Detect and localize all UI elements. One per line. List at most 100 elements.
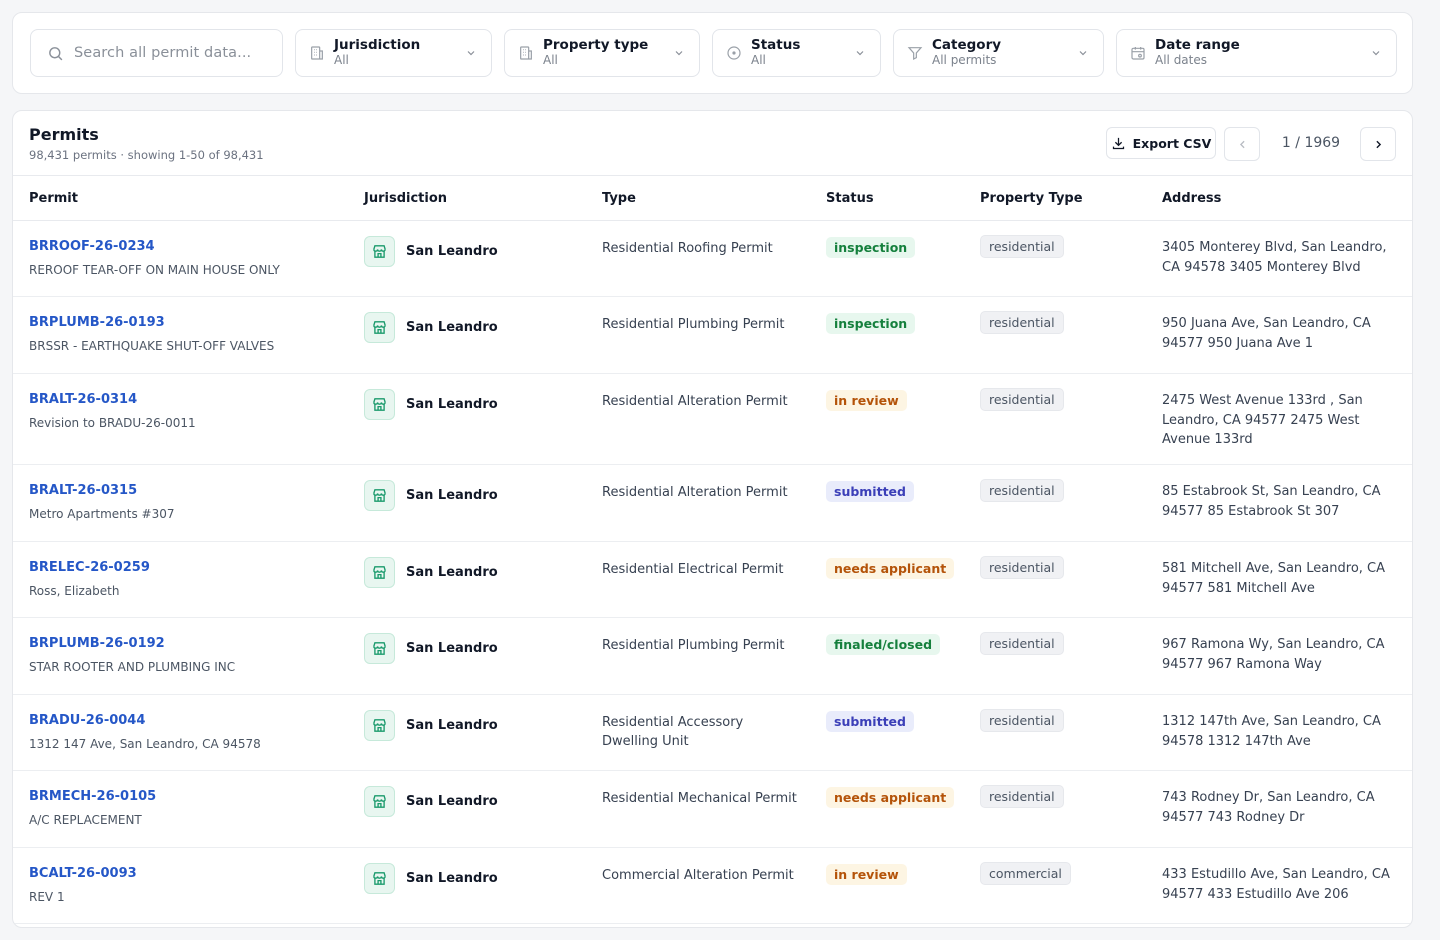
permit-id-link[interactable]: BRALT-26-0315 — [29, 483, 175, 498]
permit-cell: BRPLUMB-26-0192 STAR ROOTER AND PLUMBING … — [29, 636, 235, 674]
table-row[interactable]: BRALT-26-0314 Revision to BRADU-26-0011 Sa… — [13, 374, 1412, 465]
chevron-down-icon — [1372, 51, 1380, 56]
chevron-down-icon — [467, 51, 475, 56]
permit-id-link[interactable]: BRADU-26-0044 — [29, 713, 261, 728]
address: 1312 147th Ave, San Leandro, CA 94578 13… — [1162, 714, 1381, 749]
permit-type: Residential Electrical Permit — [602, 562, 784, 577]
property-type-badge: residential — [980, 479, 1064, 502]
filter-property-type[interactable]: Property type All — [504, 29, 700, 77]
status-cell: needs applicant — [826, 558, 955, 579]
store-icon — [364, 236, 395, 267]
filter-category[interactable]: Category All permits — [893, 29, 1104, 77]
filter-status[interactable]: Status All — [712, 29, 881, 77]
status-badge: needs applicant — [826, 558, 955, 579]
filter-label: Status — [751, 37, 801, 53]
permit-type: Residential Mechanical Permit — [602, 791, 797, 806]
permits-panel: Permits 98,431 permits · showing 1-50 of… — [12, 110, 1413, 928]
filter-jurisdiction[interactable]: Jurisdiction All — [295, 29, 492, 77]
jurisdiction-name: San Leandro — [406, 488, 498, 503]
property-type-cell: residential — [980, 388, 1064, 411]
column-header-property-type[interactable]: Property Type — [980, 191, 1083, 206]
jurisdiction-name: San Leandro — [406, 794, 498, 809]
calendar-icon — [1129, 44, 1147, 62]
store-icon — [364, 389, 395, 420]
jurisdiction-name: San Leandro — [406, 397, 498, 412]
funnel-icon — [906, 44, 924, 62]
filter-label: Category — [932, 37, 1002, 53]
permit-type: Residential Accessory Dwelling Unit — [602, 715, 744, 749]
jurisdiction-name: San Leandro — [406, 641, 498, 656]
permit-id-link[interactable]: BRPLUMB-26-0193 — [29, 315, 274, 330]
jurisdiction-cell: San Leandro — [364, 312, 498, 343]
table-row[interactable]: BCALT-26-0093 REV 1 San Leandro Commercial … — [13, 848, 1412, 924]
export-csv-button[interactable]: Export CSV — [1106, 127, 1216, 159]
filter-label: Property type — [543, 37, 649, 53]
building-icon — [308, 44, 326, 62]
filter-date-range[interactable]: Date range All dates — [1116, 29, 1397, 77]
permit-id-link[interactable]: BRMECH-26-0105 — [29, 789, 156, 804]
store-icon — [364, 633, 395, 664]
jurisdiction-name: San Leandro — [406, 320, 498, 335]
table-row[interactable]: BRPLUMB-26-0193 BRSSR - EARTHQUAKE SHUT-O… — [13, 297, 1412, 374]
permit-type: Residential Alteration Permit — [602, 394, 788, 409]
circle-dot-icon — [725, 44, 743, 62]
store-icon — [364, 480, 395, 511]
permit-description: BRSSR - EARTHQUAKE SHUT-OFF VALVES — [29, 339, 275, 353]
jurisdiction-name: San Leandro — [406, 718, 498, 733]
permit-cell: BRROOF-26-0234 REROOF TEAR-OFF ON MAIN HO… — [29, 239, 280, 277]
next-page-button[interactable] — [1360, 127, 1396, 161]
chevron-left-icon — [1239, 140, 1245, 148]
jurisdiction-cell: San Leandro — [364, 786, 498, 817]
permit-description: STAR ROOTER AND PLUMBING INC — [29, 660, 236, 674]
property-type-badge: residential — [980, 785, 1064, 808]
table-row[interactable]: BRALT-26-0315 Metro Apartments #307 San Le… — [13, 465, 1412, 542]
permit-id-link[interactable]: BRELEC-26-0259 — [29, 560, 150, 575]
permit-id-link[interactable]: BRPLUMB-26-0192 — [29, 636, 235, 651]
property-type-badge: residential — [980, 709, 1064, 732]
address: 581 Mitchell Ave, San Leandro, CA 94577 … — [1162, 561, 1386, 596]
store-icon — [364, 557, 395, 588]
building-icon — [517, 44, 535, 62]
status-badge: submitted — [826, 711, 914, 732]
property-type-cell: residential — [980, 785, 1064, 808]
table-header: Permit Jurisdiction Type Status Property… — [13, 175, 1412, 221]
filter-value: All — [334, 53, 349, 67]
permit-id-link[interactable]: BRROOF-26-0234 — [29, 239, 280, 254]
permit-cell: BRMECH-26-0105 A/C REPLACEMENT — [29, 789, 156, 827]
table-row[interactable]: BRADU-26-0044 1312 147 Ave, San Leandro, … — [13, 695, 1412, 771]
status-badge: in review — [826, 390, 907, 411]
search-input[interactable]: Search all permit data... — [30, 29, 283, 77]
chevron-down-icon — [856, 51, 864, 56]
address: 85 Estabrook St, San Leandro, CA 94577 8… — [1162, 484, 1381, 519]
permit-cell: BCALT-26-0093 REV 1 — [29, 866, 137, 904]
filter-value: All dates — [1155, 53, 1208, 67]
page-indicator: 1 / 1969 — [1281, 135, 1341, 151]
column-header-address[interactable]: Address — [1162, 191, 1221, 206]
permit-description: A/C REPLACEMENT — [29, 813, 142, 827]
permit-type: Residential Plumbing Permit — [602, 638, 785, 653]
property-type-badge: residential — [980, 632, 1064, 655]
status-badge: inspection — [826, 237, 916, 258]
download-icon — [1112, 137, 1124, 149]
address: 433 Estudillo Ave, San Leandro, CA 94577… — [1162, 867, 1390, 902]
permit-type: Residential Alteration Permit — [602, 485, 788, 500]
permit-cell: BRADU-26-0044 1312 147 Ave, San Leandro, … — [29, 713, 261, 751]
column-header-permit[interactable]: Permit — [29, 191, 78, 206]
store-icon — [364, 312, 395, 343]
property-type-cell: residential — [980, 556, 1064, 579]
column-header-type[interactable]: Type — [602, 191, 636, 206]
permit-id-link[interactable]: BCALT-26-0093 — [29, 866, 137, 881]
address: 950 Juana Ave, San Leandro, CA 94577 950… — [1162, 316, 1371, 351]
table-row[interactable]: BRELEC-26-0259 Ross, Elizabeth San Leandro… — [13, 542, 1412, 618]
column-header-status[interactable]: Status — [826, 191, 874, 206]
permit-description: REROOF TEAR-OFF ON MAIN HOUSE ONLY — [29, 263, 280, 277]
column-header-jurisdiction[interactable]: Jurisdiction — [364, 191, 447, 206]
filter-label: Date range — [1155, 37, 1240, 53]
permit-cell: BRELEC-26-0259 Ross, Elizabeth — [29, 560, 150, 598]
status-cell: in review — [826, 864, 907, 885]
table-row[interactable]: BRPLUMB-26-0192 STAR ROOTER AND PLUMBING … — [13, 618, 1412, 695]
permit-id-link[interactable]: BRALT-26-0314 — [29, 392, 196, 407]
table-row[interactable]: BRMECH-26-0105 A/C REPLACEMENT San Leandro… — [13, 771, 1412, 848]
prev-page-button[interactable] — [1224, 127, 1260, 161]
table-row[interactable]: BRROOF-26-0234 REROOF TEAR-OFF ON MAIN HO… — [13, 221, 1412, 297]
